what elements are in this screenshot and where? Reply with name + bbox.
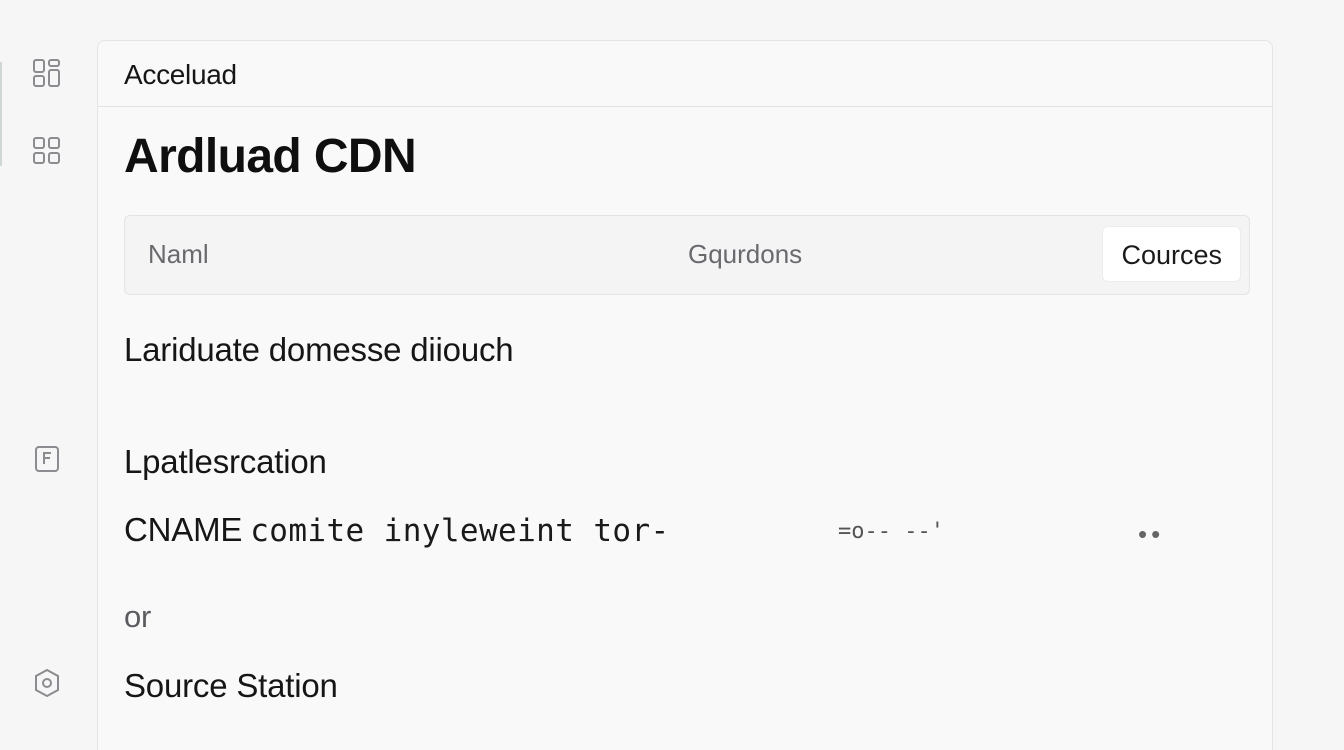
grid-icon[interactable] — [30, 134, 64, 168]
column-conditions[interactable]: Gqurdons — [688, 239, 802, 270]
cname-row: CNAME comite inyleweint tor- — [124, 511, 670, 549]
cname-value[interactable]: comite inyleweint tor- — [250, 513, 669, 549]
update-location-label: Lpatlesrcation — [124, 443, 327, 480]
app-window: Acceluad Ardluad CDN Naml Gqurdons Courc… — [0, 0, 1344, 750]
cdn-panel: Acceluad Ardluad CDN Naml Gqurdons Courc… — [97, 40, 1273, 750]
left-rail — [0, 0, 96, 750]
breadcrumb[interactable]: Acceluad — [124, 59, 237, 91]
table-header: Naml Gqurdons Cources — [124, 215, 1250, 295]
column-name[interactable]: Naml — [148, 239, 209, 270]
domain-description: Laridu​ate domesse diiouch — [124, 331, 514, 368]
more-options-icon[interactable]: •• — [1138, 519, 1164, 550]
source-station-label[interactable]: Source Station — [124, 667, 338, 705]
panel-header: Acceluad — [98, 41, 1272, 107]
grid-icon[interactable] — [30, 56, 64, 90]
or-divider-label: or — [124, 599, 152, 634]
page-title: Ardluad CDN — [124, 130, 417, 183]
document-icon[interactable] — [30, 442, 64, 476]
sources-button[interactable]: Cources — [1102, 226, 1241, 282]
rail-active-indicator — [0, 62, 2, 166]
cname-label: CNAME — [124, 511, 243, 548]
settings-icon[interactable] — [30, 666, 64, 700]
cname-tail: =o-- --' — [838, 519, 944, 544]
